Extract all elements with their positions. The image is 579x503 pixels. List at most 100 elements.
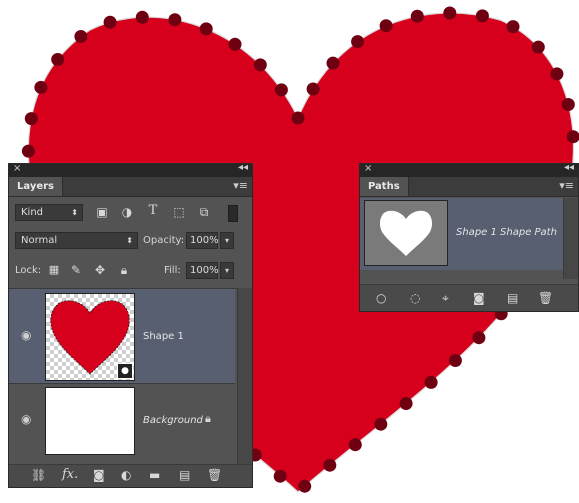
- fill-label: Fill:: [164, 265, 181, 276]
- lock-transparency-icon[interactable]: ▦: [47, 263, 61, 277]
- anchor-point[interactable]: [351, 35, 365, 49]
- anchor-point[interactable]: [550, 67, 564, 81]
- anchor-point[interactable]: [326, 56, 340, 70]
- anchor-point[interactable]: [424, 375, 438, 389]
- mask-icon[interactable]: ◙: [93, 468, 105, 482]
- paths-panel: × ◂◂ Paths ▾≡ Shape 1 Shape Path ○ ◌ ⌖ ◙…: [359, 162, 579, 312]
- image-filter-icon[interactable]: ▣: [95, 205, 109, 219]
- tab-bar: Paths ▾≡: [360, 177, 578, 197]
- paths-footer: ○ ◌ ⌖ ◙ ▤ 🗑︎: [360, 284, 578, 311]
- anchor-point[interactable]: [24, 112, 38, 126]
- folder-icon[interactable]: ▬: [149, 468, 160, 482]
- tab-paths[interactable]: Paths: [360, 177, 409, 196]
- anchor-point[interactable]: [74, 30, 88, 43]
- anchor-point[interactable]: [410, 9, 424, 23]
- collapse-panel-button[interactable]: ◂◂: [564, 162, 574, 173]
- filter-kind-select[interactable]: Kind ⬍: [15, 204, 83, 221]
- anchor-point[interactable]: [51, 53, 65, 66]
- anchor-point[interactable]: [561, 98, 575, 111]
- path-name[interactable]: Shape 1 Shape Path: [456, 227, 557, 238]
- stroke-path-icon[interactable]: ◌: [410, 291, 420, 305]
- anchor-point[interactable]: [506, 20, 520, 34]
- paths-scrollbar[interactable]: [563, 198, 578, 279]
- opacity-value: 100%: [190, 235, 219, 246]
- lock-label: Lock:: [15, 265, 42, 276]
- anchor-point[interactable]: [253, 58, 267, 72]
- tab-bar: Layers ▾≡: [9, 177, 252, 197]
- anchor-point[interactable]: [531, 40, 545, 54]
- layer-lock-icon: 🔒︎: [205, 412, 211, 425]
- path-thumbnail[interactable]: [364, 200, 448, 266]
- lock-all-icon[interactable]: 🔒︎: [117, 263, 131, 277]
- anchor-point[interactable]: [274, 83, 288, 97]
- collapse-panel-button[interactable]: ◂◂: [238, 162, 248, 173]
- anchor-point[interactable]: [379, 19, 393, 33]
- fill-input[interactable]: 100%: [186, 262, 219, 279]
- anchor-point[interactable]: [34, 80, 48, 94]
- fx-icon[interactable]: fx.: [62, 468, 78, 482]
- panel-menu-button[interactable]: ▾≡: [559, 179, 574, 192]
- anchor-point[interactable]: [298, 479, 312, 493]
- tab-layers[interactable]: Layers: [9, 177, 63, 196]
- anchor-point[interactable]: [306, 82, 320, 96]
- panel-menu-button[interactable]: ▾≡: [233, 179, 248, 192]
- shape-filter-icon[interactable]: ⬚: [172, 205, 186, 219]
- anchor-point[interactable]: [103, 15, 117, 29]
- adjustment-icon[interactable]: ◐: [121, 468, 131, 482]
- vector-mask-badge-icon: ●: [117, 363, 133, 379]
- filter-toggle-switch[interactable]: [228, 205, 238, 222]
- trash-icon[interactable]: 🗑︎: [538, 291, 553, 305]
- smart-object-filter-icon[interactable]: ⧉: [197, 205, 211, 219]
- anchor-point[interactable]: [168, 13, 182, 27]
- fill-dropdown-button[interactable]: ▾: [220, 262, 234, 279]
- anchor-point[interactable]: [399, 397, 413, 410]
- blend-mode-value: Normal: [21, 235, 58, 246]
- close-panel-button[interactable]: ×: [13, 163, 21, 174]
- layer-name-shape-1[interactable]: Shape 1: [143, 331, 184, 342]
- anchor-point[interactable]: [475, 9, 489, 23]
- panel-topbar: × ◂◂: [360, 162, 578, 177]
- opacity-input[interactable]: 100%: [186, 232, 219, 249]
- layer-name-background[interactable]: Background: [143, 415, 203, 426]
- opacity-dropdown-button[interactable]: ▾: [220, 232, 234, 249]
- anchor-point[interactable]: [374, 417, 388, 431]
- path-row[interactable]: Shape 1 Shape Path: [360, 198, 564, 270]
- layer-thumbnail[interactable]: [45, 387, 135, 455]
- lock-position-icon[interactable]: ✥: [93, 263, 107, 277]
- anchor-point[interactable]: [448, 354, 462, 367]
- anchor-point[interactable]: [443, 6, 457, 20]
- layers-footer: ⛓ fx. ◙ ◐ ▬ ▤ 🗑︎: [9, 464, 252, 487]
- close-panel-button[interactable]: ×: [364, 163, 372, 174]
- type-filter-icon[interactable]: T: [146, 204, 160, 218]
- lock-pixels-icon[interactable]: ✎: [69, 263, 83, 277]
- anchor-point[interactable]: [348, 438, 362, 452]
- path-heart-icon: [379, 210, 433, 256]
- panel-topbar: × ◂◂: [9, 162, 252, 177]
- trash-icon[interactable]: 🗑︎: [207, 468, 222, 482]
- new-path-icon[interactable]: ▤: [507, 291, 518, 305]
- layer-thumbnail[interactable]: ●: [45, 293, 135, 381]
- link-icon[interactable]: ⛓: [31, 468, 46, 482]
- blend-mode-select[interactable]: Normal ⬍: [15, 232, 138, 249]
- anchor-point[interactable]: [135, 10, 149, 24]
- visibility-eye-icon[interactable]: ◉: [21, 412, 31, 426]
- anchor-point[interactable]: [323, 458, 337, 472]
- anchor-point[interactable]: [199, 22, 213, 36]
- visibility-eye-icon[interactable]: ◉: [21, 328, 31, 342]
- new-layer-icon[interactable]: ▤: [179, 468, 190, 482]
- adjustment-filter-icon[interactable]: ◑: [120, 205, 134, 219]
- anchor-point[interactable]: [472, 331, 486, 345]
- layers-scrollbar[interactable]: [237, 288, 252, 466]
- filter-row: Kind ⬍ ▣ ◑ T ⬚ ⧉: [9, 202, 252, 222]
- select-stepper-icon: ⬍: [71, 208, 78, 217]
- anchor-point[interactable]: [291, 111, 305, 125]
- fill-path-icon[interactable]: ○: [376, 291, 386, 305]
- anchor-point[interactable]: [228, 37, 242, 51]
- layer-row-shape-1[interactable]: ◉ ● Shape 1: [9, 289, 235, 384]
- fill-value: 100%: [190, 265, 219, 276]
- load-selection-icon[interactable]: ⌖: [442, 291, 449, 305]
- make-mask-icon[interactable]: ◙: [473, 291, 485, 305]
- layer-row-background[interactable]: ◉ Background 🔒︎: [9, 384, 235, 464]
- anchor-point[interactable]: [273, 469, 287, 483]
- anchor-point[interactable]: [21, 144, 35, 158]
